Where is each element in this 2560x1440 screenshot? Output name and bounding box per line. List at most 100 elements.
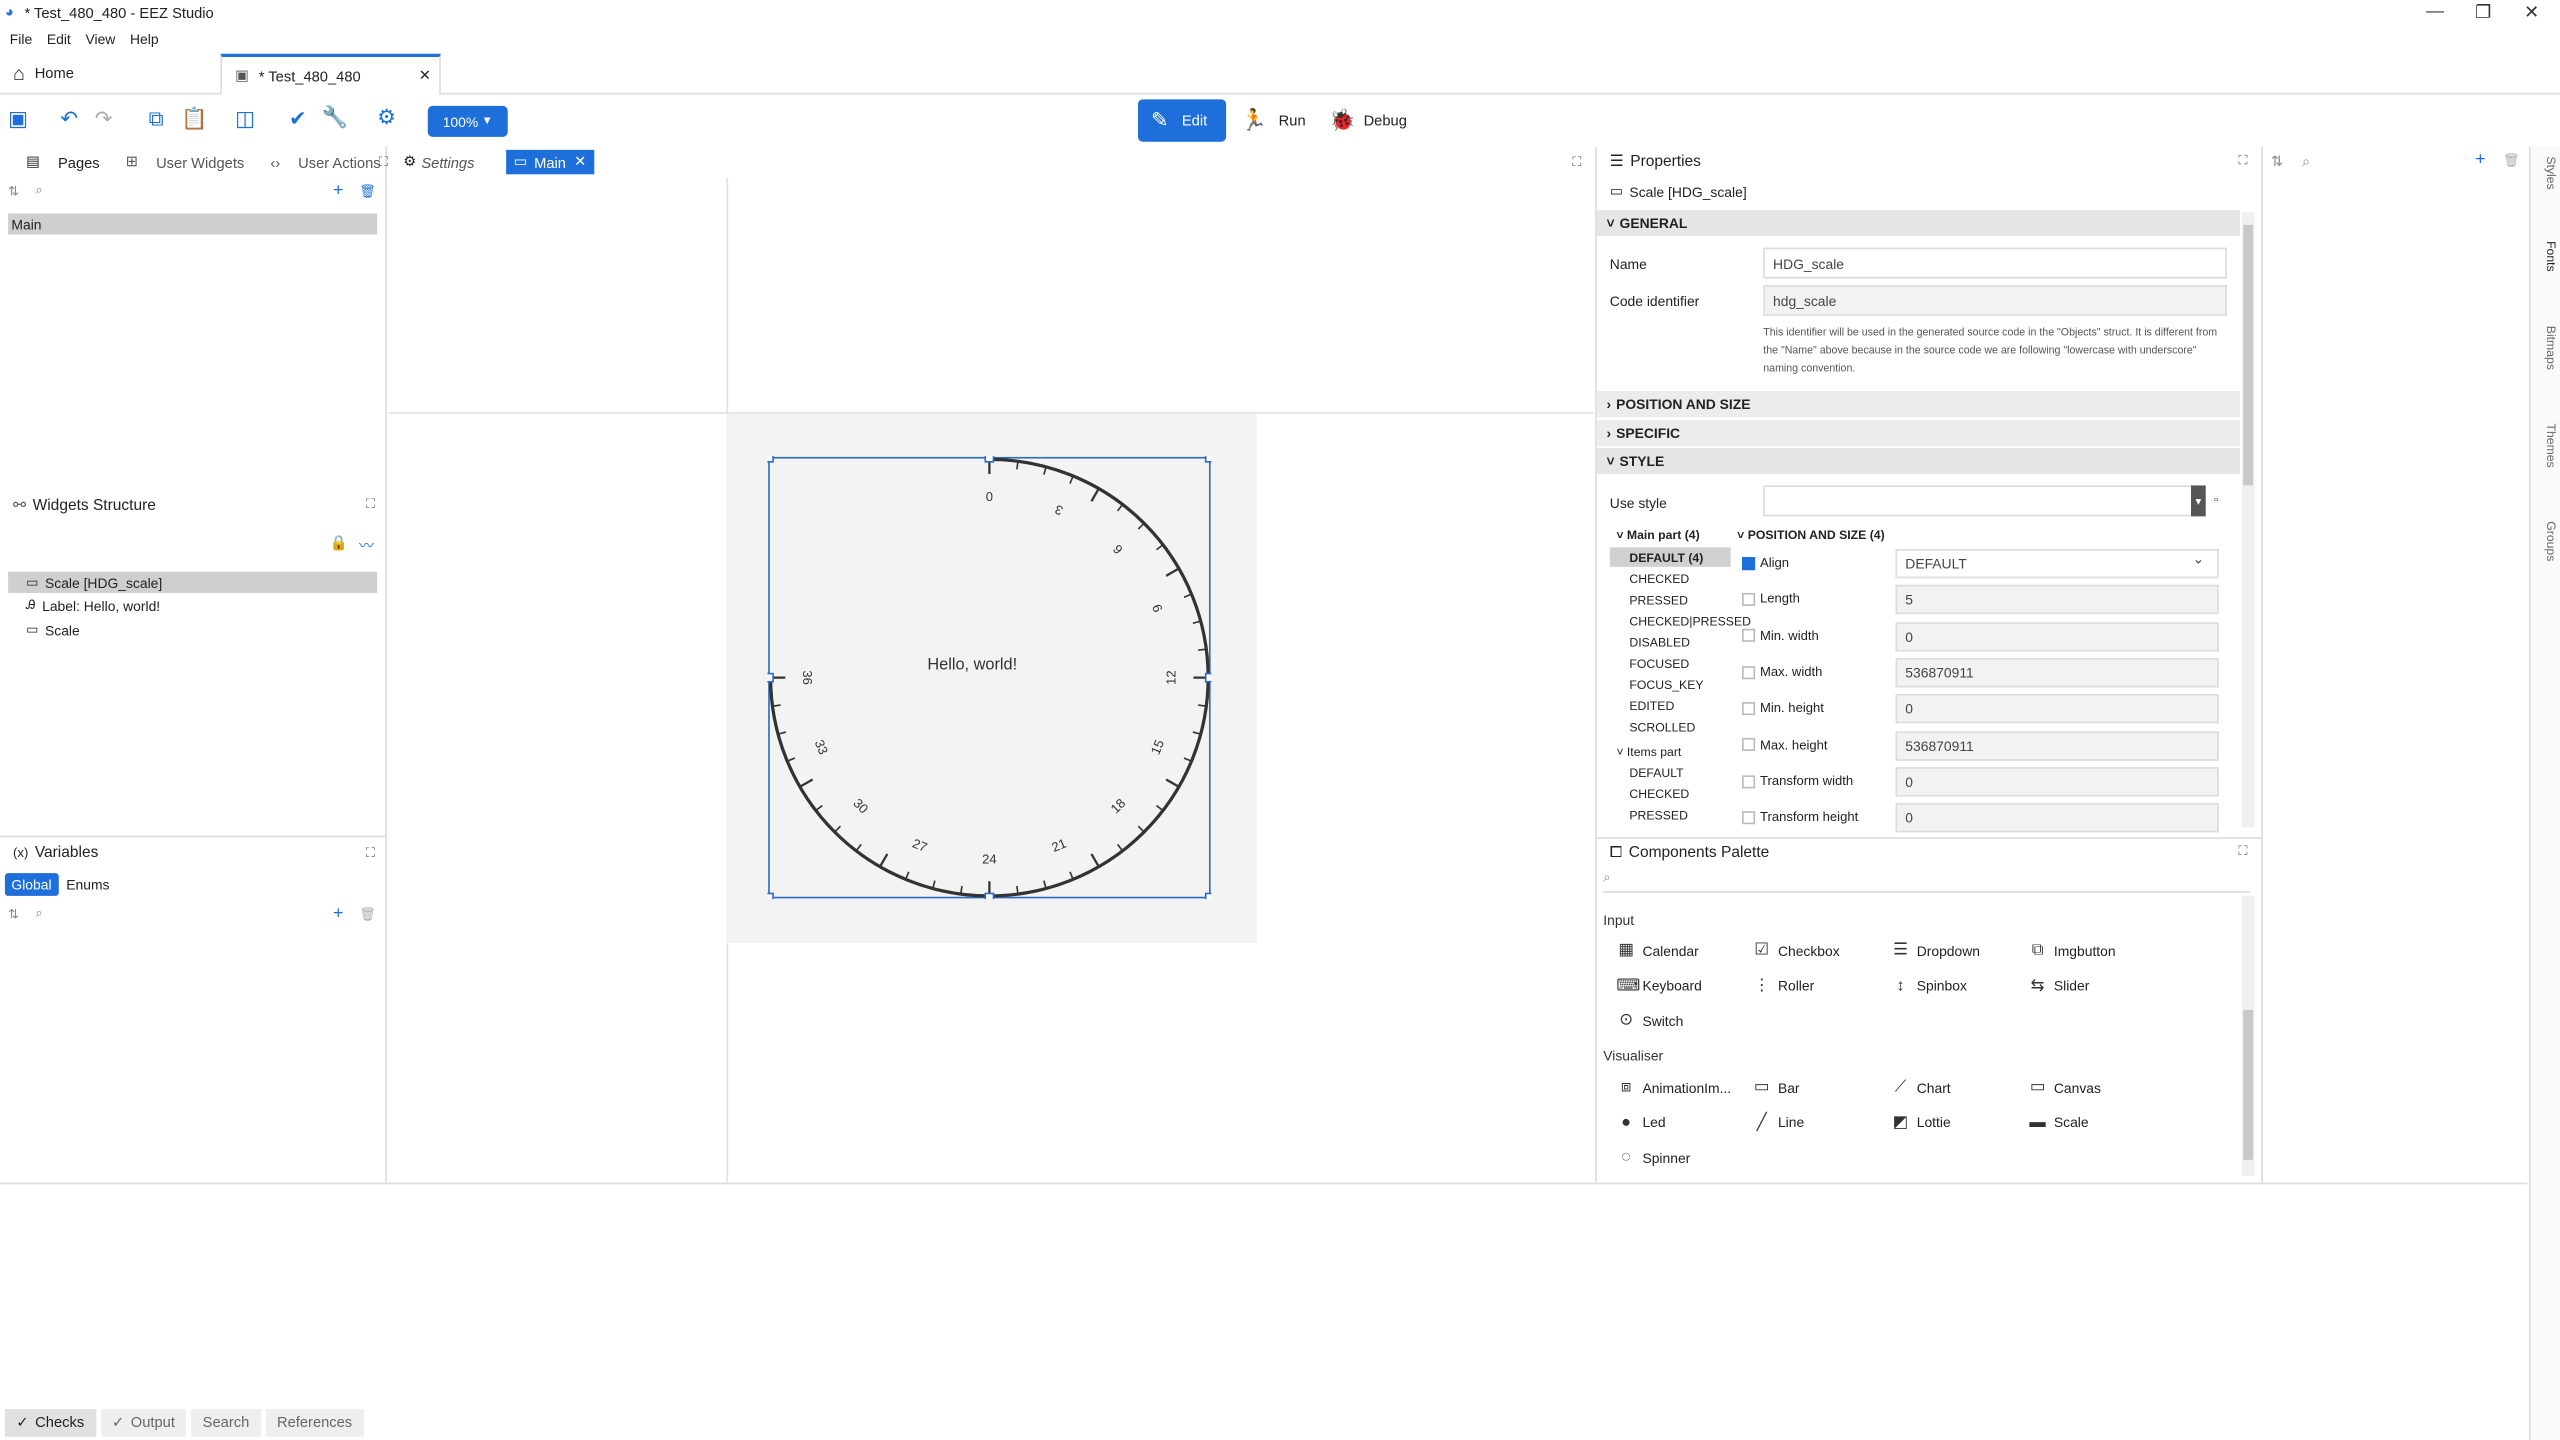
lock-icon[interactable]: 🔒 [330, 534, 348, 552]
style-prop-value[interactable]: 0 [1895, 766, 2219, 797]
checkbox[interactable] [1742, 629, 1756, 643]
checkbox[interactable] [1742, 738, 1756, 752]
add-page-icon[interactable]: + [333, 181, 344, 201]
items-part-header[interactable]: ˅ Items part [1616, 744, 1681, 759]
resize-handle[interactable] [984, 456, 995, 463]
delete-variable-icon[interactable]: 🗑 [359, 907, 376, 922]
style-prop-value[interactable]: DEFAULT ⌄ [1895, 548, 2219, 579]
delete-page-icon[interactable]: 🗑 [359, 183, 376, 198]
item-state-item[interactable]: DEFAULT [1610, 762, 1731, 782]
paste-icon[interactable]: 📋 [181, 106, 207, 132]
state-item[interactable]: DISABLED [1610, 633, 1731, 653]
add-style-icon[interactable]: + [2475, 150, 2486, 170]
tab-pages[interactable]: ▤ Pages [13, 153, 100, 171]
style-prop-label[interactable]: Transform height [1742, 810, 1858, 825]
palette-item[interactable]: ● Led [1616, 1114, 1665, 1132]
name-field[interactable]: HDG_scale [1763, 247, 2227, 279]
checkbox[interactable] [1742, 811, 1756, 825]
tree-item-scale-hdg[interactable]: ▭ Scale [HDG_scale] [8, 571, 378, 593]
side-tab-themes[interactable]: Themes [2534, 424, 2559, 468]
style-prop-label[interactable]: Max. width [1742, 664, 1822, 679]
section-style[interactable]: ˅ STYLE [1596, 447, 2240, 475]
section-specific[interactable]: › SPECIFIC [1596, 420, 2240, 447]
scrollbar-thumb[interactable] [2243, 224, 2254, 486]
state-item[interactable]: CHECKED [1610, 569, 1731, 589]
resize-handle[interactable] [984, 892, 995, 900]
state-item[interactable]: DEFAULT (4) [1609, 547, 1731, 567]
resize-handle[interactable] [1204, 892, 1212, 900]
scale-widget[interactable]: 0369121518212427303336 [767, 456, 1212, 900]
style-prop-value[interactable]: 0 [1895, 621, 2219, 651]
zoom-dropdown[interactable]: 100% ▼ [427, 105, 508, 137]
edit-style-icon[interactable]: ▫ [2214, 492, 2219, 507]
resize-handle[interactable] [767, 456, 774, 463]
style-prop-label[interactable]: Align [1742, 555, 1789, 570]
checkbox[interactable] [1742, 702, 1756, 716]
position-size-subheader[interactable]: ˅ POSITION AND SIZE (4) [1737, 528, 1885, 543]
palette-item[interactable]: ⟋ Chart [1891, 1078, 1951, 1096]
code-identifier-field[interactable]: hdg_scale [1763, 285, 2227, 317]
style-prop-value[interactable]: 536870911 [1895, 657, 2219, 688]
add-variable-icon[interactable]: + [333, 904, 344, 924]
redo-icon[interactable]: ↷ [95, 106, 113, 132]
tab-checks[interactable]: ✓ Checks [4, 1408, 96, 1436]
maximize-icon[interactable]: ⛶ [2238, 844, 2247, 860]
list-item-page[interactable]: Main [8, 213, 378, 235]
tab-home[interactable]: ⌂ Home [0, 54, 219, 93]
copy-icon[interactable]: ⧉ [149, 106, 164, 132]
side-tab-fonts[interactable]: Fonts [2534, 241, 2559, 272]
minimize-icon[interactable]: — [2426, 2, 2444, 22]
main-part-header[interactable]: ˅ Main part (4) [1616, 528, 1699, 543]
wrench-icon[interactable]: 🔧 [322, 104, 348, 130]
checkbox[interactable] [1742, 593, 1756, 607]
tab-search[interactable]: Search [191, 1408, 261, 1436]
sort-icon[interactable]: ⇅ [8, 907, 19, 922]
close-tab-icon[interactable]: ✕ [419, 67, 431, 85]
palette-item[interactable]: ▭ Canvas [2028, 1078, 2101, 1096]
tree-item-label-hello[interactable]: Ꭿ Label: Hello, world! [8, 595, 377, 616]
save-icon[interactable]: ▣ [8, 106, 28, 132]
resize-handle[interactable] [767, 892, 774, 900]
maximize-icon[interactable]: ⛶ [366, 845, 375, 861]
tab-settings[interactable]: Settings [421, 154, 474, 170]
resize-handle[interactable] [1204, 672, 1212, 683]
tab-project[interactable]: ▣ * Test_480_480 ✕ [220, 53, 441, 95]
build-icon[interactable]: ◫ [235, 106, 255, 132]
style-prop-value[interactable]: 536870911 [1895, 730, 2219, 760]
palette-item[interactable]: ⌨ Keyboard [1616, 977, 1702, 995]
style-prop-label[interactable]: Transform width [1742, 773, 1853, 788]
debug-mode-button[interactable]: 🐞 Debug [1329, 99, 1419, 141]
pages-search[interactable]: ⇅ ⌕ + 🗑 [0, 178, 379, 204]
section-position-size[interactable]: › POSITION AND SIZE [1596, 390, 2240, 418]
palette-item[interactable]: ☰ Dropdown [1891, 942, 1980, 960]
section-general[interactable]: ˅ GENERAL [1596, 210, 2240, 237]
use-style-dropdown[interactable]: ▾ [2191, 485, 2206, 517]
delete-style-icon[interactable]: 🗑 [2503, 153, 2520, 168]
state-item[interactable]: FOCUS_KEY [1610, 675, 1731, 695]
style-prop-value[interactable]: 0 [1895, 803, 2219, 833]
tree-item-scale[interactable]: ▭ Scale [8, 619, 377, 640]
item-state-item[interactable]: PRESSED [1610, 805, 1731, 825]
style-prop-value[interactable]: 0 [1895, 694, 2219, 724]
design-canvas[interactable]: 0 3 6 9 12 15 18 21 24 27 30 33 36 Hello, world! [388, 177, 1594, 1183]
resize-handle[interactable] [767, 672, 774, 683]
palette-search[interactable]: ⌕ [1603, 870, 2250, 893]
palette-item[interactable]: ⋮ Roller [1752, 977, 1814, 995]
tab-references[interactable]: References [265, 1408, 364, 1436]
palette-item[interactable]: ⇆ Slider [2028, 977, 2090, 995]
palette-item[interactable]: ◌ Spinner [1616, 1149, 1690, 1167]
palette-scrollbar[interactable] [2241, 895, 2255, 1177]
palette-item[interactable]: ▭ Bar [1752, 1078, 1800, 1096]
style-prop-label[interactable]: Min. height [1742, 701, 1824, 716]
menu-help[interactable]: Help [130, 31, 159, 47]
maximize-icon[interactable]: ⛶ [1572, 154, 1581, 170]
style-prop-value[interactable]: 5 [1895, 585, 2219, 615]
style-prop-label[interactable]: Length [1742, 592, 1800, 607]
menu-file[interactable]: File [10, 31, 32, 47]
sort-icon[interactable]: ⇅ [8, 183, 19, 198]
tab-global[interactable]: Global [4, 873, 59, 896]
palette-item[interactable]: ☑ Checkbox [1752, 942, 1839, 960]
tab-user-actions[interactable]: ‹› User Actions [257, 154, 380, 170]
hello-label[interactable]: Hello, world! [927, 656, 1017, 674]
variables-search[interactable]: ⇅ ⌕ + 🗑 [0, 901, 379, 927]
